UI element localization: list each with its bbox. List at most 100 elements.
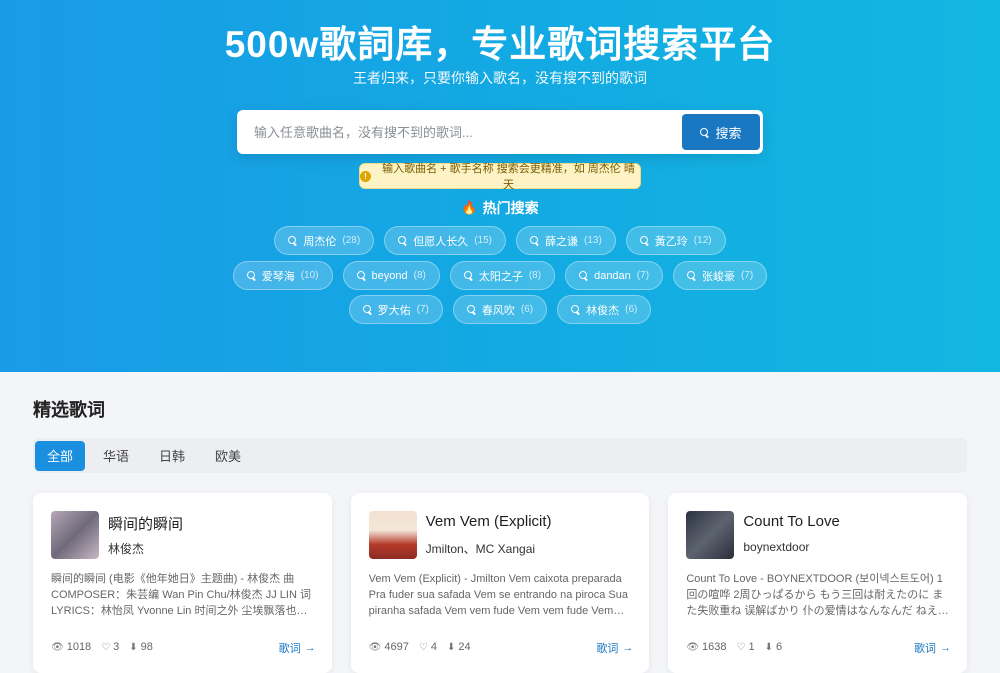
hot-tag[interactable]: 春风吹 (6) [452, 295, 548, 324]
song-title[interactable]: Count To Love [743, 513, 839, 530]
song-title[interactable]: Vem Vem (Explicit) [426, 513, 552, 530]
search-icon [288, 236, 297, 245]
search-tip-text: 输入歌曲名 + 歌手名称 搜索会更精准，如 周杰伦 晴天 [382, 163, 635, 191]
hot-tag[interactable]: 张峻豪 (7) [673, 261, 768, 290]
search-tip: ! 输入歌曲名 + 歌手名称 搜索会更精准，如 周杰伦 晴天 [359, 163, 641, 191]
view-count-value: 4697 [384, 641, 409, 653]
search-icon [530, 236, 539, 245]
lyrics-link-label: 歌词 [278, 643, 301, 655]
hot-tag[interactable]: 黃乙玲 (12) [625, 226, 726, 255]
arrow-right-icon: → [304, 642, 316, 654]
hot-tag[interactable]: beyond (8) [342, 261, 440, 290]
search-button-label: 搜索 [715, 125, 742, 141]
search-button[interactable]: 搜索 [682, 114, 760, 150]
card-stats: 👁 1018 ♡ 3 ⬇ 98 [51, 641, 153, 653]
download-icon: ⬇ [129, 641, 138, 653]
search-input[interactable] [240, 113, 682, 151]
search-icon [700, 127, 709, 137]
hot-tag[interactable]: 太阳之子 (8) [449, 261, 556, 290]
heart-icon: ♡ [736, 641, 746, 653]
hot-tag-count: (10) [300, 270, 319, 281]
hot-tag[interactable]: 林俊杰 (6) [557, 295, 652, 324]
lyrics-link[interactable]: 歌词 → [914, 640, 951, 656]
eye-icon: 👁 [686, 641, 700, 653]
like-count-value: 1 [748, 641, 755, 653]
tab-all[interactable]: 全部 [35, 440, 86, 471]
hot-tag-row: 爱琴海 (10) beyond (8) 太阳之子 (8) dandan (7) 张峻豪 (… [0, 261, 1000, 290]
hot-tag-count: (8) [528, 270, 542, 281]
category-tabs: 全部 华语 日韩 欧美 [33, 438, 967, 473]
hot-tag-row: 周杰伦 (28) 但愿人长久 (15) 薛之谦 (13) 黃乙玲 (12) [0, 226, 1000, 255]
album-cover [686, 511, 735, 559]
search-box: 搜索 [237, 110, 763, 154]
hot-tag-label: 黃乙玲 [654, 235, 688, 248]
eye-icon: 👁 [51, 641, 64, 653]
search-icon [466, 305, 476, 314]
download-count-value: 24 [458, 641, 471, 653]
search-icon [579, 271, 588, 280]
tab-western[interactable]: 欧美 [203, 441, 253, 471]
search-icon [639, 236, 649, 245]
hot-tag[interactable]: 罗大佑 (7) [348, 295, 443, 324]
view-count-value: 1018 [66, 641, 92, 653]
fire-icon: 🔥 [461, 200, 478, 215]
eye-icon: 👁 [368, 641, 382, 653]
hot-tag-label: 春风吹 [481, 304, 515, 317]
search-icon [362, 305, 372, 314]
view-count-value: 1638 [702, 641, 727, 653]
lyrics-link[interactable]: 歌词 → [279, 640, 316, 656]
section-title: 精选歌词 [33, 400, 105, 420]
lyrics-link-label: 歌词 [596, 643, 619, 655]
hot-tag[interactable]: 周杰伦 (28) [274, 226, 375, 255]
lyrics-excerpt: Vem Vem (Explicit) - Jmilton Vem caixota… [368, 573, 628, 617]
search-icon [246, 271, 256, 280]
arrow-right-icon: → [940, 642, 952, 654]
tab-chinese[interactable]: 华语 [91, 441, 141, 471]
hot-tag-count: (6) [520, 304, 534, 315]
hot-tag-count: (15) [474, 235, 492, 246]
hot-tag-label: 林俊杰 [586, 304, 620, 317]
search-icon [687, 271, 696, 280]
hot-tag[interactable]: 但愿人长久 (15) [384, 226, 506, 255]
album-cover [368, 511, 417, 559]
lyrics-link-label: 歌词 [914, 643, 937, 655]
hot-tag-label: 张峻豪 [702, 270, 736, 283]
song-title[interactable]: 瞬间的瞬间 [108, 513, 183, 534]
view-count: 👁 4697 [369, 641, 409, 653]
lyrics-card[interactable]: Vem Vem (Explicit) Jmilton、MC Xangai Vem… [350, 493, 650, 673]
hot-tag[interactable]: dandan (7) [565, 261, 664, 290]
download-icon: ⬇ [764, 641, 774, 653]
hot-tag-label: beyond [371, 269, 408, 282]
download-count-value: 6 [776, 641, 783, 653]
search-icon [398, 236, 407, 245]
download-count: ⬇ 24 [447, 641, 471, 653]
view-count: 👁 1638 [686, 641, 726, 653]
card-stats: 👁 1638 ♡ 1 ⬇ 6 [686, 641, 782, 653]
hot-tag-count: (13) [584, 235, 602, 246]
artist-name: Jmilton、MC Xangai [425, 542, 536, 556]
hot-tag-count: (7) [636, 270, 650, 281]
hot-tag[interactable]: 爱琴海 (10) [232, 261, 333, 290]
like-count-value: 3 [113, 641, 120, 653]
hot-tag[interactable]: 薛之谦 (13) [516, 226, 616, 255]
hot-tag-count: (7) [416, 304, 429, 315]
hot-tag-label: 周杰伦 [303, 235, 337, 248]
site-title: 500w歌詞库，专业歌词搜索平台 [224, 24, 776, 65]
hot-tag-label: 爱琴海 [261, 270, 295, 283]
lyrics-link[interactable]: 歌词 → [596, 640, 633, 656]
tab-japan-korea[interactable]: 日韩 [147, 441, 197, 471]
hot-tag-label: 罗大佑 [377, 304, 411, 317]
hot-search-heading: 🔥 热门搜索 [0, 198, 1000, 218]
lyrics-excerpt: 瞬间的瞬间 (电影《他年她日》主题曲) - 林俊杰 曲COMPOSER：朱芸编 … [51, 573, 311, 617]
search-icon [356, 271, 366, 280]
heart-icon: ♡ [101, 641, 111, 653]
card-stats: 👁 4697 ♡ 4 ⬇ 24 [369, 641, 471, 653]
like-count-value: 4 [430, 641, 437, 653]
lyrics-card[interactable]: 瞬间的瞬间 林俊杰 瞬间的瞬间 (电影《他年她日》主题曲) - 林俊杰 曲COM… [33, 493, 332, 673]
lyrics-card[interactable]: Count To Love boynextdoor Count To Love … [668, 493, 968, 673]
lyrics-card-list: 瞬间的瞬间 林俊杰 瞬间的瞬间 (电影《他年她日》主题曲) - 林俊杰 曲COM… [33, 493, 968, 673]
view-count: 👁 1018 [51, 641, 91, 653]
hot-tag-label: 薛之谦 [545, 235, 578, 248]
hot-search-title: 热门搜索 [482, 200, 539, 216]
download-count: ⬇ 98 [129, 641, 153, 653]
